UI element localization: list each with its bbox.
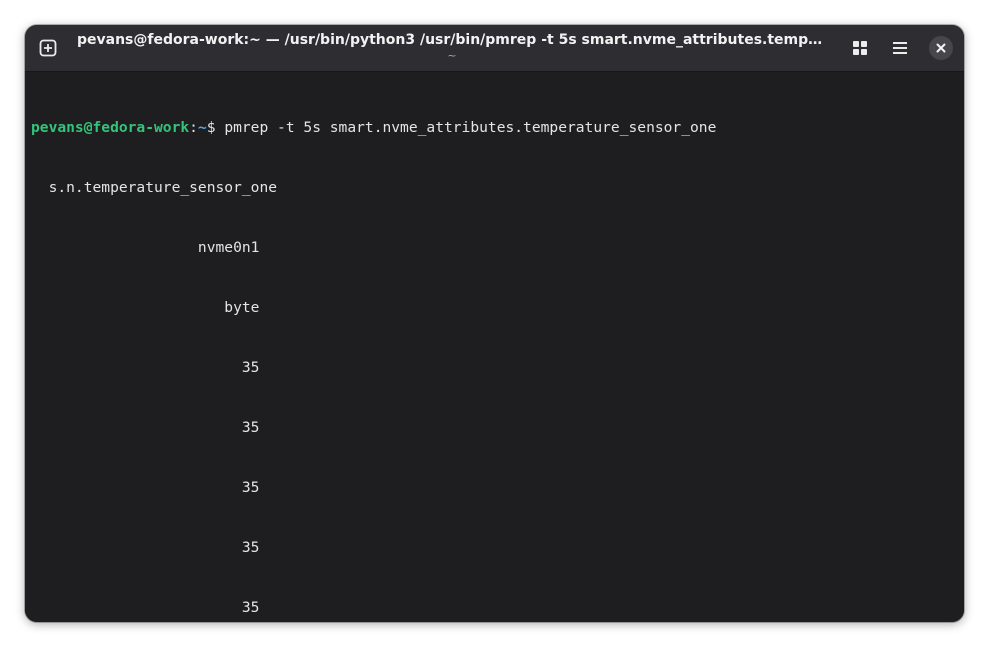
value-line: 35 [31,539,260,556]
window-title-area: pevans@fedora-work:~ — /usr/bin/python3 … [77,30,827,62]
new-tab-icon [39,39,57,57]
value-line: 35 [31,479,260,496]
tab-overview-button[interactable] [845,33,875,63]
prompt-separator: : [189,119,198,136]
value-line: 35 [31,419,260,436]
value-line: 35 [31,359,260,376]
prompt-symbol: $ [206,119,225,136]
metric-header-line: s.n.temperature_sensor_one [31,179,278,196]
terminal-output: pevans@fedora-work:~$ pmrep -t 5s smart.… [31,78,716,622]
command-text: pmrep -t 5s smart.nvme_attributes.temper… [224,119,717,136]
main-menu-button[interactable] [885,33,915,63]
headerbar: pevans@fedora-work:~ — /usr/bin/python3 … [25,25,964,72]
window-subtitle: ~ [447,49,457,62]
window-title: pevans@fedora-work:~ — /usr/bin/python3 … [77,32,827,48]
units-header-line: byte [31,299,260,316]
close-button[interactable] [929,36,953,60]
prompt-path: ~ [197,119,207,136]
terminal-view[interactable]: pevans@fedora-work:~$ pmrep -t 5s smart.… [25,72,964,622]
close-icon [936,43,946,53]
grid-view-icon [853,41,867,55]
prompt-user-host: pevans@fedora-work [31,119,190,136]
instance-header-line: nvme0n1 [31,239,260,256]
value-line: 35 [31,599,260,616]
terminal-window: pevans@fedora-work:~ — /usr/bin/python3 … [25,25,964,622]
prompt-line: pevans@fedora-work:~$ pmrep -t 5s smart.… [31,118,716,138]
new-tab-button[interactable] [33,33,63,63]
hamburger-menu-icon [893,42,907,54]
